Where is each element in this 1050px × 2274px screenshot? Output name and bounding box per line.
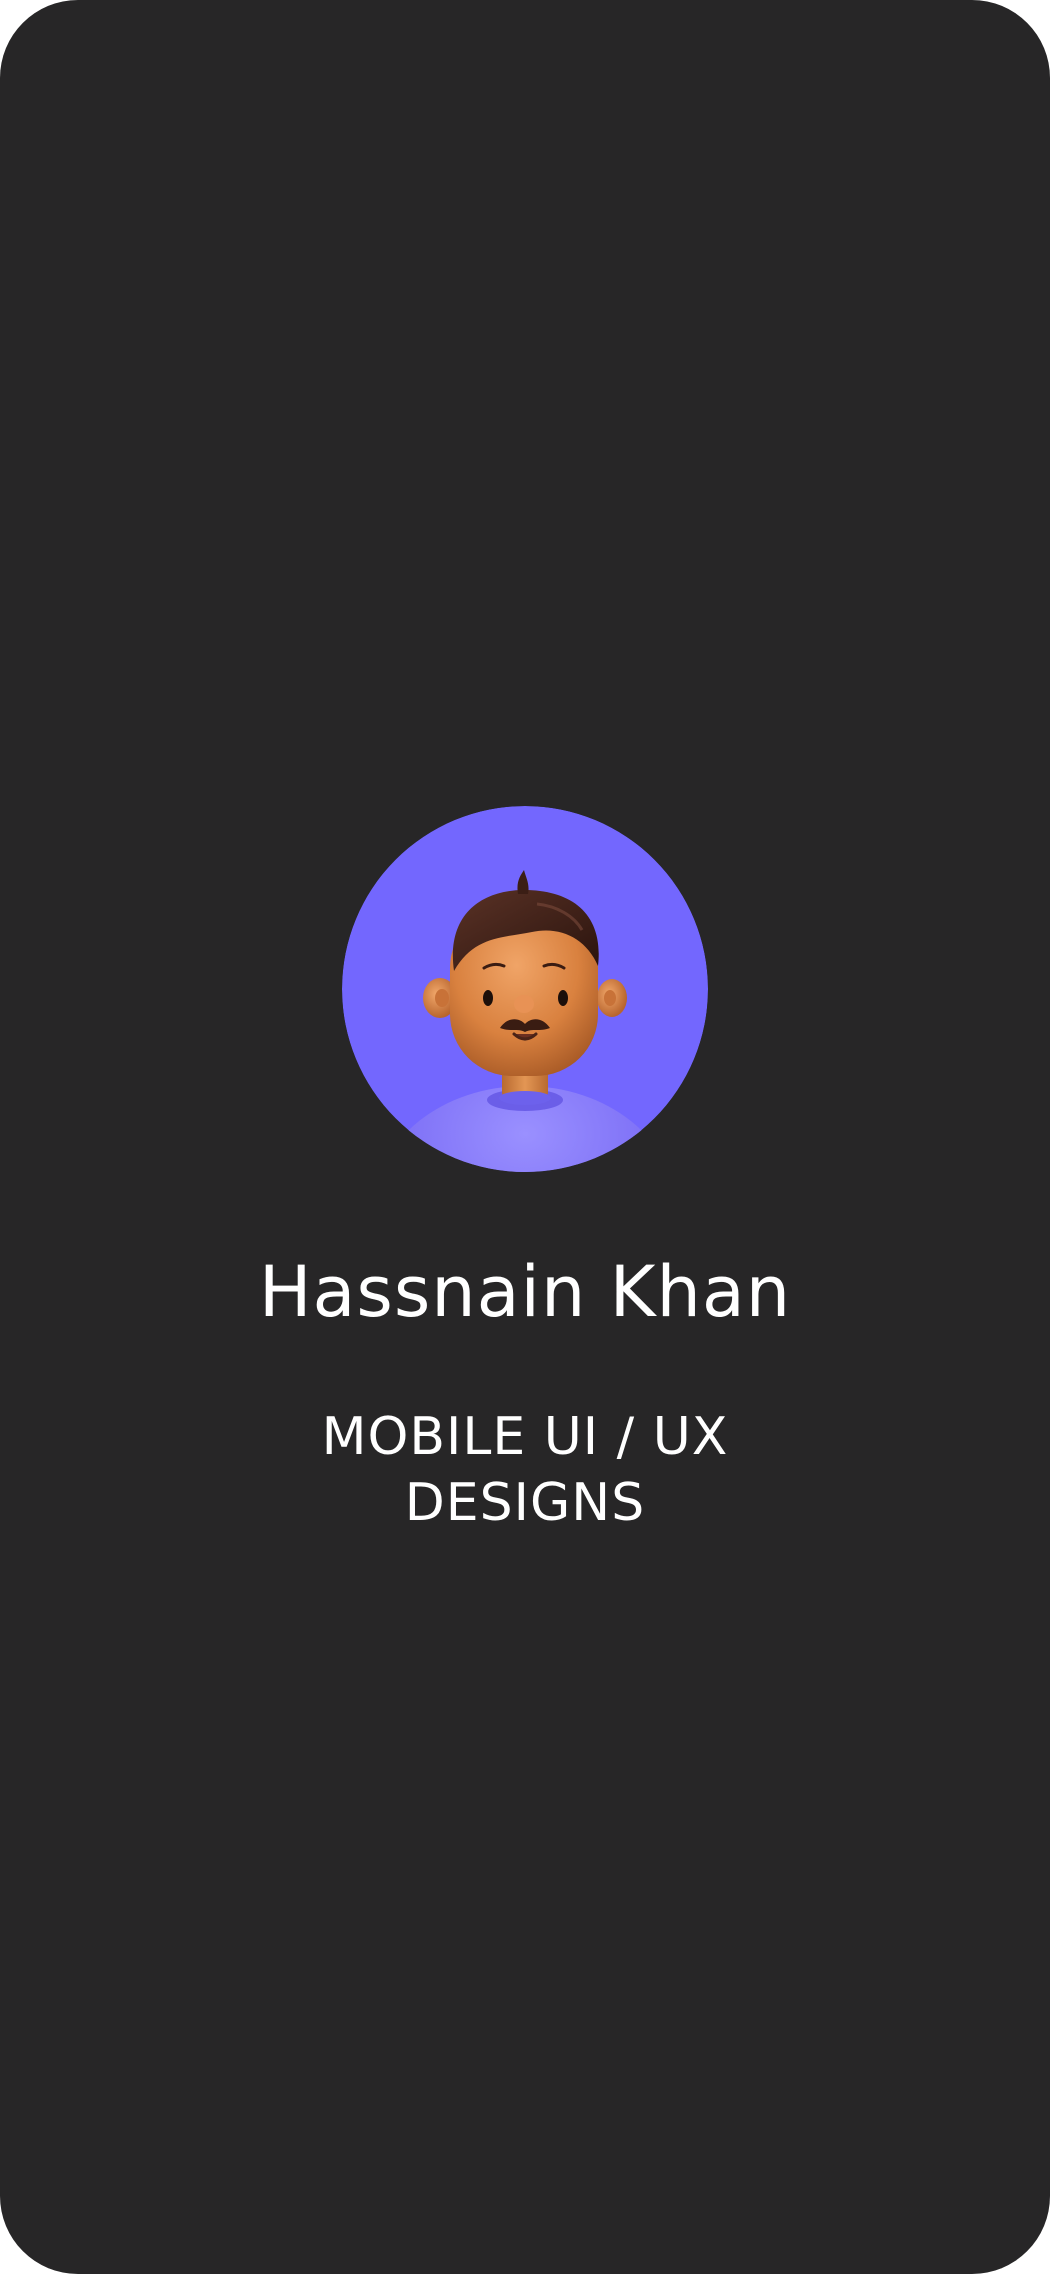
profile-name: Hassnain Khan <box>258 1251 792 1333</box>
avatar-3d-man-mustache-icon <box>342 806 708 1172</box>
avatar <box>342 806 708 1172</box>
profile-subtitle: MOBILE UI / UX DESIGNS <box>321 1407 729 1533</box>
splash-screen: Hassnain Khan MOBILE UI / UX DESIGNS <box>0 0 1050 2274</box>
